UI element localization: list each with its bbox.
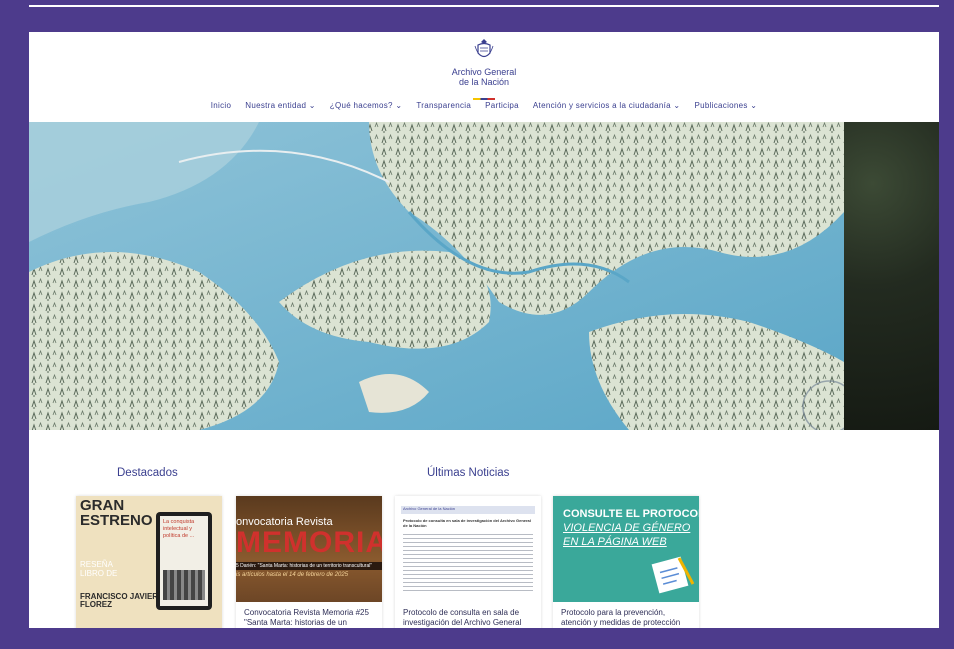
consulte-protocolo-text: CONSULTE EL PROTOCOL [563, 508, 699, 520]
memoria-call-image: onvocatoria Revista MEMORIA 5 Darién: "S… [236, 496, 382, 602]
news-card-protocolo-consulta[interactable]: Archivo General de la Nación Protocolo d… [395, 496, 541, 628]
forest-photo-slice [844, 122, 939, 430]
featured-section-title: Destacados [117, 467, 178, 479]
memoria-text: MEMORIA [236, 526, 382, 559]
document-logo-text: Archivo General de la Nación [403, 506, 456, 511]
book-cover-title: La conquista intelectual y política de .… [163, 519, 195, 539]
memoria-subtitle: 5 Darién: "Santa Marta: historias de un … [236, 562, 382, 570]
site-logo[interactable]: Archivo General de la Nación [29, 38, 939, 105]
resena-text: RESEÑA [80, 560, 113, 569]
news-section-title: Últimas Noticias [427, 467, 510, 479]
flag-colors-bar [473, 98, 495, 100]
book-release-image: GRAN ESTRENO RESEÑA LIBRO DE FRANCISCO J… [76, 496, 222, 628]
nav-item-atencion-servicios[interactable]: Atención y servicios a la ciudadanía ⌄ [533, 101, 681, 110]
nav-item-transparencia[interactable]: Transparencia [416, 101, 471, 110]
document-checklist-icon [651, 556, 695, 594]
main-navigation: Inicio Nuestra entidad ⌄ ¿Qué hacemos? ⌄… [29, 101, 939, 110]
logo-line-1: Archivo General [451, 67, 517, 77]
hero-banner-image[interactable] [29, 122, 939, 430]
nav-item-inicio[interactable]: Inicio [211, 101, 231, 110]
violencia-genero-text: VIOLENCIA DE GÉNERO [563, 522, 691, 534]
libro-de-text: LIBRO DE [80, 569, 118, 578]
book-cover-photo [163, 570, 205, 600]
featured-card-book[interactable]: GRAN ESTRENO RESEÑA LIBRO DE FRANCISCO J… [76, 496, 222, 628]
nav-item-publicaciones[interactable]: Publicaciones ⌄ [694, 101, 757, 110]
page-viewport: Archivo General de la Nación Inicio Nues… [29, 32, 939, 628]
gran-text: GRAN [80, 497, 125, 514]
news-card-caption[interactable]: Protocolo para la prevención, atención y… [553, 602, 699, 628]
book-cover: La conquista intelectual y política de .… [156, 512, 212, 610]
historic-map-illustration [29, 122, 856, 430]
author-surname-text: FLOREZ [80, 600, 112, 609]
nav-item-participa[interactable]: Participa [485, 101, 519, 110]
news-card-memoria[interactable]: onvocatoria Revista MEMORIA 5 Darién: "S… [236, 496, 382, 628]
nav-item-nuestra-entidad[interactable]: Nuestra entidad ⌄ [245, 101, 316, 110]
news-card-caption[interactable]: Protocolo de consulta en sala de investi… [395, 602, 541, 628]
top-divider [29, 5, 939, 7]
document-title-text: Protocolo de consulta en sala de investi… [403, 518, 531, 528]
logo-line-2: de la Nación [458, 77, 510, 87]
estreno-text: ESTRENO [80, 512, 153, 529]
nav-item-que-hacemos[interactable]: ¿Qué hacemos? ⌄ [330, 101, 403, 110]
gender-violence-protocol-image: CONSULTE EL PROTOCOL VIOLENCIA DE GÉNERO… [553, 496, 699, 602]
news-card-protocolo-violencia[interactable]: CONSULTE EL PROTOCOL VIOLENCIA DE GÉNERO… [553, 496, 699, 628]
document-body-lines [403, 534, 533, 594]
pagina-web-text: EN LA PÁGINA WEB [563, 536, 667, 548]
coat-of-arms-icon [474, 39, 494, 58]
memoria-deadline: is artículos hasta el 14 de febrero de 2… [236, 572, 349, 578]
protocol-document-image: Archivo General de la Nación Protocolo d… [395, 496, 541, 602]
news-card-caption[interactable]: Convocatoria Revista Memoria #25 "Santa … [236, 602, 382, 628]
